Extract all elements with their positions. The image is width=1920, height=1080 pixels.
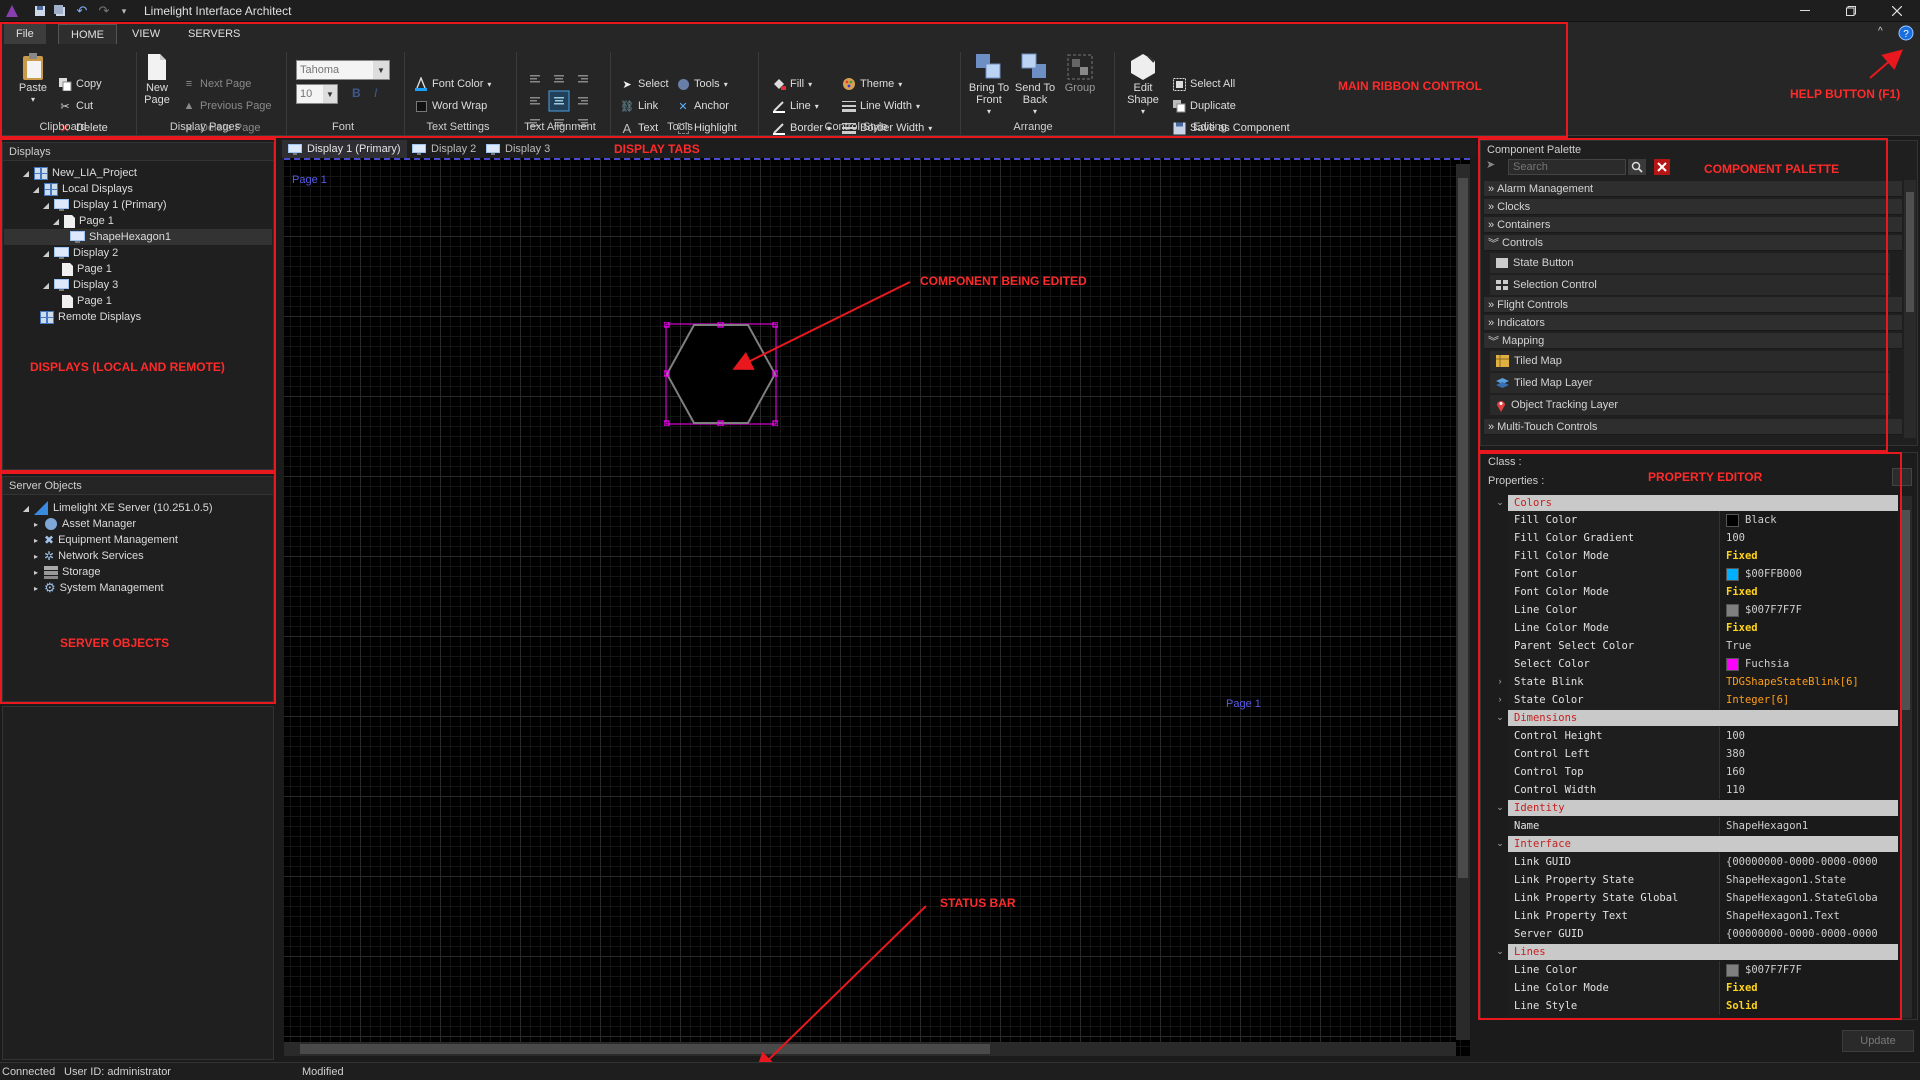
callout-component-palette: COMPONENT PALETTE [1704, 162, 1840, 176]
status-bar: Connected User ID: administrator Modifie… [0, 1062, 1920, 1080]
property-row[interactable]: Line Color $007F7F7F [1508, 961, 1898, 979]
double-chevron-right-icon: » [1488, 298, 1495, 311]
palette-title: Component Palette [1481, 141, 1917, 159]
palette-category-indicators[interactable]: » Indicators [1484, 315, 1902, 331]
palette-category-containers[interactable]: » Containers [1484, 217, 1902, 233]
search-button[interactable] [1628, 159, 1646, 175]
callout-property-editor: PROPERTY EDITOR [1648, 470, 1763, 484]
expand-right-icon[interactable]: › [1494, 674, 1506, 688]
property-row[interactable]: Control Left 380 [1508, 745, 1898, 763]
property-row[interactable]: Control Width 110 [1508, 781, 1898, 799]
property-row[interactable]: State Color Integer[6] [1508, 691, 1898, 709]
status-connected: Connected [2, 1066, 56, 1078]
pointer-icon[interactable]: ➤ [1486, 158, 1502, 176]
palette-search-box[interactable] [1508, 159, 1626, 175]
callout-main-ribbon: MAIN RIBBON CONTROL [1338, 79, 1482, 93]
property-row[interactable]: Font Color $00FFB000 [1508, 565, 1898, 583]
layers-icon [1496, 377, 1509, 389]
property-category-interface[interactable]: Interface [1508, 836, 1898, 852]
property-row[interactable]: Line Color $007F7F7F [1508, 601, 1898, 619]
palette-category-alarm[interactable]: » Alarm Management [1484, 181, 1902, 197]
color-swatch [1726, 657, 1739, 671]
arrow-help [1869, 49, 1904, 79]
property-category-colors[interactable]: Colors [1508, 495, 1898, 511]
status-user: User ID: administrator [64, 1066, 171, 1078]
palette-scrollbar[interactable] [1904, 180, 1916, 438]
color-swatch [1726, 603, 1739, 617]
update-button[interactable]: Update [1842, 1030, 1914, 1052]
palette-item-object-tracking-layer[interactable]: Object Tracking Layer [1490, 395, 1890, 415]
expand-right-icon[interactable]: › [1494, 692, 1506, 706]
property-category-dimensions[interactable]: Dimensions [1508, 710, 1898, 726]
collapse-icon[interactable]: ⌄ [1494, 836, 1506, 850]
property-category-lines[interactable]: Lines [1508, 944, 1898, 960]
property-row[interactable]: Link Property Text ShapeHexagon1.Text [1508, 907, 1898, 925]
property-row[interactable]: Fill Color Mode Fixed [1508, 547, 1898, 565]
double-chevron-right-icon: » [1488, 200, 1495, 213]
color-swatch [1726, 963, 1739, 977]
property-row[interactable]: Font Color Mode Fixed [1508, 583, 1898, 601]
color-swatch [1726, 513, 1739, 527]
palette-item-state-button[interactable]: State Button [1490, 253, 1890, 273]
clear-icon [1657, 162, 1667, 172]
property-scrollbar[interactable] [1900, 496, 1912, 1018]
property-row[interactable]: Control Top 160 [1508, 763, 1898, 781]
property-row[interactable]: Link GUID {00000000-0000-0000-0000 [1508, 853, 1898, 871]
property-row[interactable]: Parent Select Color True [1508, 637, 1898, 655]
palette-item-tiled-map[interactable]: Tiled Map [1490, 351, 1890, 371]
property-row[interactable]: Line Color Mode Fixed [1508, 619, 1898, 637]
collapse-icon[interactable]: ⌄ [1494, 944, 1506, 958]
palette-category-flight-controls[interactable]: » Flight Controls [1484, 297, 1902, 313]
scrollbar-thumb[interactable] [1906, 192, 1914, 312]
property-row[interactable]: Select Color Fuchsia [1508, 655, 1898, 673]
double-chevron-down-icon: ︾ [1488, 335, 1499, 348]
class-label: Class : [1488, 456, 1522, 468]
palette-item-tiled-map-layer[interactable]: Tiled Map Layer [1490, 373, 1890, 393]
palette-search-input[interactable] [1509, 160, 1623, 174]
double-chevron-down-icon: ︾ [1488, 237, 1499, 250]
location-pin-icon [1496, 399, 1506, 412]
property-row[interactable]: Line Style Solid [1508, 997, 1898, 1015]
palette-category-multi-touch[interactable]: » Multi-Touch Controls [1484, 419, 1902, 435]
arrow-component [732, 281, 911, 370]
property-options-button[interactable] [1892, 468, 1912, 486]
double-chevron-right-icon: » [1488, 420, 1495, 433]
double-chevron-right-icon: » [1488, 182, 1495, 195]
property-row[interactable]: Control Height 100 [1508, 727, 1898, 745]
property-category-identity[interactable]: Identity [1508, 800, 1898, 816]
property-row[interactable]: Link Property State ShapeHexagon1.State [1508, 871, 1898, 889]
grid-icon [1496, 280, 1508, 290]
arrow-status-bar [755, 905, 927, 1073]
callout-help-button: HELP BUTTON (F1) [1790, 87, 1901, 101]
search-icon [1631, 161, 1643, 173]
collapse-icon[interactable]: ⌄ [1494, 495, 1506, 509]
double-chevron-right-icon: » [1488, 218, 1495, 231]
property-row[interactable]: Name ShapeHexagon1 [1508, 817, 1898, 835]
collapse-icon[interactable]: ⌄ [1494, 800, 1506, 814]
clear-search-button[interactable] [1654, 159, 1670, 175]
button-icon [1496, 258, 1508, 268]
color-swatch [1726, 567, 1739, 581]
palette-category-mapping[interactable]: ︾ Mapping [1484, 333, 1902, 349]
property-row[interactable]: Server GUID {00000000-0000-0000-0000 [1508, 925, 1898, 943]
scrollbar-thumb[interactable] [1902, 510, 1910, 710]
map-icon [1496, 355, 1509, 367]
palette-category-controls[interactable]: ︾ Controls [1484, 235, 1902, 251]
collapse-icon[interactable]: ⌄ [1494, 710, 1506, 724]
properties-label: Properties : [1488, 475, 1545, 487]
property-row[interactable]: Link Property State Global ShapeHexagon1.… [1508, 889, 1898, 907]
property-row[interactable]: Fill Color Gradient 100 [1508, 529, 1898, 547]
property-row[interactable]: State Blink TDGShapeStateBlink[6] [1508, 673, 1898, 691]
palette-item-selection-control[interactable]: Selection Control [1490, 275, 1890, 295]
double-chevron-right-icon: » [1488, 316, 1495, 329]
palette-category-clocks[interactable]: » Clocks [1484, 199, 1902, 215]
property-row[interactable]: Fill Color Black [1508, 511, 1898, 529]
property-row[interactable]: Line Color Mode Fixed [1508, 979, 1898, 997]
status-modified: Modified [302, 1066, 344, 1078]
